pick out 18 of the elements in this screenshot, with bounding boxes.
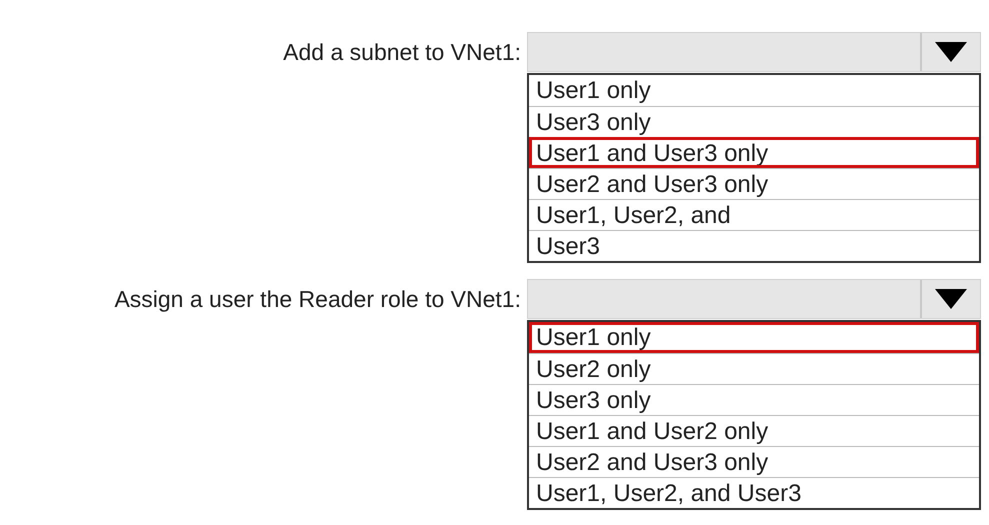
dropdown-option[interactable]: User3 (529, 230, 979, 261)
dropdown-field[interactable] (527, 279, 981, 319)
dropdown-option[interactable]: User1, User2, and User3 (529, 477, 979, 508)
question-label: Add a subnet to VNet1: (282, 38, 522, 66)
caret-icon[interactable] (935, 289, 967, 309)
dropdown-option[interactable]: User1 only (529, 322, 979, 353)
dropdown-option[interactable]: User1 and User2 only (529, 415, 979, 446)
caret-icon[interactable] (935, 42, 967, 62)
question-label: Assign a user the Reader role to VNet1: (113, 285, 522, 313)
dropdown-field[interactable] (527, 32, 981, 72)
dropdown-option[interactable]: User2 and User3 only (529, 168, 979, 199)
dropdown-option[interactable]: User3 only (529, 384, 979, 415)
dropdown-option[interactable]: User1 only (529, 75, 979, 106)
dropdown-option[interactable]: User2 only (529, 353, 979, 384)
dropdown-option[interactable]: User1, User2, and (529, 199, 979, 230)
dropdown-option[interactable]: User1 and User3 only (529, 137, 979, 168)
dropdown-option[interactable]: User3 only (529, 106, 979, 137)
dropdown-option[interactable]: User2 and User3 only (529, 446, 979, 477)
